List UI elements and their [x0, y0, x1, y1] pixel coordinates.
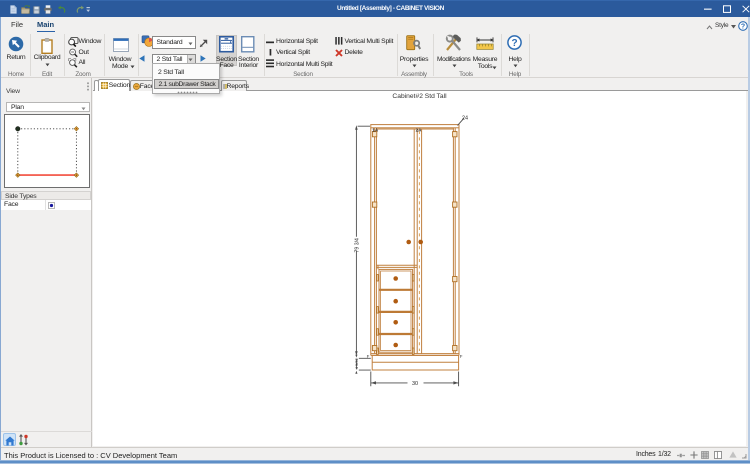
svg-text:4 9/32: 4 9/32	[354, 357, 359, 369]
svg-text:?: ?	[511, 38, 517, 49]
svg-text:30: 30	[412, 381, 418, 387]
svg-text:24: 24	[462, 116, 468, 122]
svg-text:F: F	[367, 354, 370, 359]
svg-text:F: F	[460, 354, 463, 359]
svg-text:79 3/4: 79 3/4	[354, 238, 360, 253]
svg-text:2A: 2A	[416, 127, 423, 132]
svg-text:1A: 1A	[372, 127, 379, 132]
svg-text:Cabinet#2 Std Tall: Cabinet#2 Std Tall	[392, 93, 447, 100]
svg-text:?: ?	[741, 23, 745, 30]
